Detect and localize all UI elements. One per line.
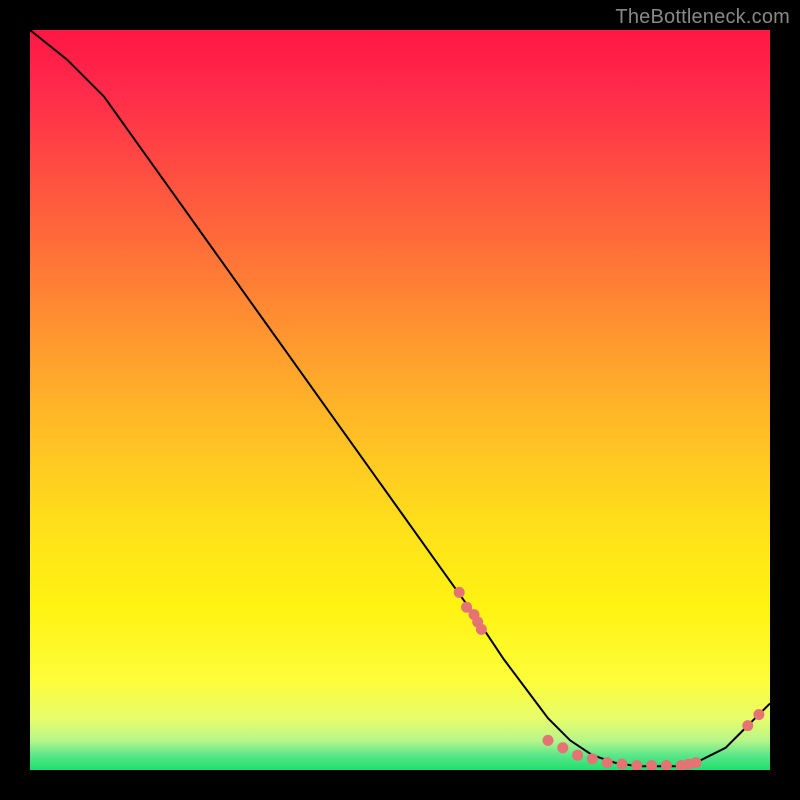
watermark-text: TheBottleneck.com (615, 6, 790, 29)
data-marker (557, 742, 568, 753)
data-marker (753, 709, 764, 720)
data-marker (617, 759, 628, 770)
data-marker (742, 720, 753, 731)
data-marker (572, 750, 583, 761)
data-marker (631, 760, 642, 770)
data-marker (454, 587, 465, 598)
chart-svg (30, 30, 770, 770)
chart-canvas: TheBottleneck.com (0, 0, 800, 800)
data-marker (646, 760, 657, 770)
data-marker (691, 757, 702, 768)
data-marker (661, 760, 672, 770)
bottleneck-curve (30, 30, 770, 766)
data-marker (543, 735, 554, 746)
data-marker (602, 757, 613, 768)
data-markers (454, 587, 765, 770)
data-marker (476, 624, 487, 635)
data-marker (587, 753, 598, 764)
plot-area (30, 30, 770, 770)
